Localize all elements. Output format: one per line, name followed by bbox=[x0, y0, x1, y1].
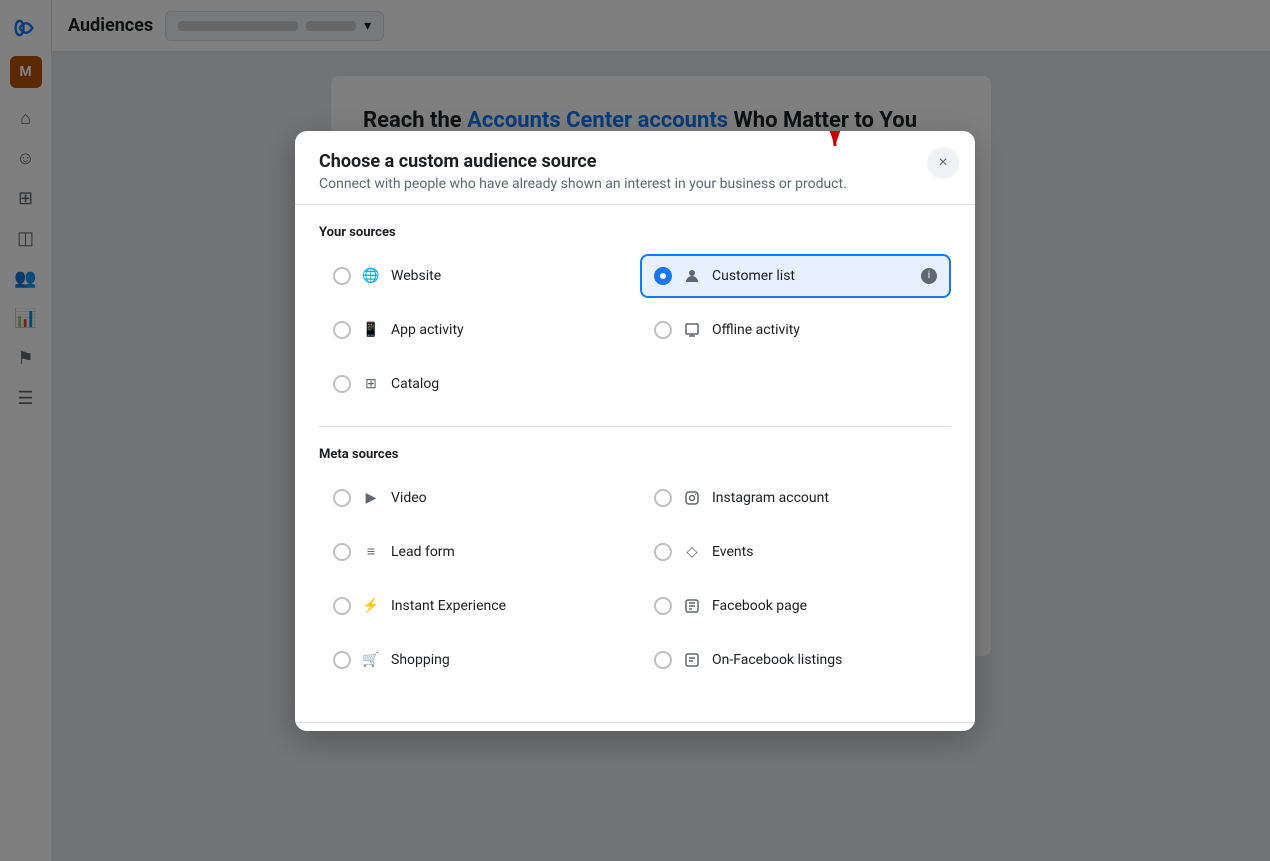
offline-activity-label: Offline activity bbox=[712, 322, 937, 338]
events-icon: ◇ bbox=[682, 542, 702, 562]
source-option-lead-form[interactable]: ≡ Lead form bbox=[319, 530, 630, 574]
website-icon: 🌐 bbox=[361, 266, 381, 286]
customer-list-icon bbox=[682, 266, 702, 286]
source-option-on-facebook-listings[interactable]: On-Facebook listings bbox=[640, 638, 951, 682]
radio-on-facebook-listings bbox=[654, 651, 672, 669]
facebook-page-label: Facebook page bbox=[712, 598, 937, 614]
radio-instagram bbox=[654, 489, 672, 507]
customer-list-label: Customer list bbox=[712, 268, 911, 284]
radio-facebook-page bbox=[654, 597, 672, 615]
radio-catalog bbox=[333, 375, 351, 393]
source-option-catalog[interactable]: ⊞ Catalog bbox=[319, 362, 630, 406]
source-option-customer-list[interactable]: Customer list i bbox=[640, 254, 951, 298]
website-label: Website bbox=[391, 268, 616, 284]
divider bbox=[319, 426, 951, 427]
source-option-offline-activity[interactable]: Offline activity bbox=[640, 308, 951, 352]
radio-customer-list bbox=[654, 267, 672, 285]
offline-activity-icon bbox=[682, 320, 702, 340]
source-option-app-activity[interactable]: 📱 App activity bbox=[319, 308, 630, 352]
radio-app-activity bbox=[333, 321, 351, 339]
modal-title: Choose a custom audience source bbox=[319, 151, 951, 172]
source-option-events[interactable]: ◇ Events bbox=[640, 530, 951, 574]
customer-list-info-icon[interactable]: i bbox=[921, 268, 937, 284]
radio-shopping bbox=[333, 651, 351, 669]
modal-subtitle: Connect with people who have already sho… bbox=[319, 176, 951, 192]
on-facebook-listings-icon bbox=[682, 650, 702, 670]
source-option-facebook-page[interactable]: Facebook page bbox=[640, 584, 951, 628]
modal: Choose a custom audience source Connect … bbox=[295, 131, 975, 731]
shopping-icon: 🛒 bbox=[361, 650, 381, 670]
modal-body: Your sources 🌐 Website bbox=[295, 205, 975, 722]
source-option-video[interactable]: ▶ Video bbox=[319, 476, 630, 520]
radio-offline-activity bbox=[654, 321, 672, 339]
radio-lead-form bbox=[333, 543, 351, 561]
app-activity-label: App activity bbox=[391, 322, 616, 338]
radio-video bbox=[333, 489, 351, 507]
app-activity-icon: 📱 bbox=[361, 320, 381, 340]
facebook-page-icon bbox=[682, 596, 702, 616]
modal-header: Choose a custom audience source Connect … bbox=[295, 131, 975, 205]
on-facebook-listings-label: On-Facebook listings bbox=[712, 652, 937, 668]
your-sources-label: Your sources bbox=[319, 225, 951, 240]
meta-sources-grid: ▶ Video Instagram account bbox=[319, 476, 951, 682]
events-label: Events bbox=[712, 544, 937, 560]
source-option-shopping[interactable]: 🛒 Shopping bbox=[319, 638, 630, 682]
lead-form-icon: ≡ bbox=[361, 542, 381, 562]
catalog-label: Catalog bbox=[391, 376, 616, 392]
radio-instant-experience bbox=[333, 597, 351, 615]
video-label: Video bbox=[391, 490, 616, 506]
instagram-label: Instagram account bbox=[712, 490, 937, 506]
shopping-label: Shopping bbox=[391, 652, 616, 668]
catalog-icon: ⊞ bbox=[361, 374, 381, 394]
instant-experience-label: Instant Experience bbox=[391, 598, 616, 614]
video-icon: ▶ bbox=[361, 488, 381, 508]
modal-close-button[interactable]: × bbox=[927, 147, 959, 179]
modal-footer: ? Cancel Next bbox=[295, 722, 975, 731]
instagram-icon bbox=[682, 488, 702, 508]
lead-form-label: Lead form bbox=[391, 544, 616, 560]
radio-events bbox=[654, 543, 672, 561]
meta-sources-label: Meta sources bbox=[319, 447, 951, 462]
your-sources-grid: 🌐 Website Customer list i bbox=[319, 254, 951, 406]
modal-overlay: Choose a custom audience source Connect … bbox=[0, 0, 1270, 861]
instant-experience-icon: ⚡ bbox=[361, 596, 381, 616]
radio-website bbox=[333, 267, 351, 285]
source-option-instagram[interactable]: Instagram account bbox=[640, 476, 951, 520]
source-option-instant-experience[interactable]: ⚡ Instant Experience bbox=[319, 584, 630, 628]
source-option-website[interactable]: 🌐 Website bbox=[319, 254, 630, 298]
